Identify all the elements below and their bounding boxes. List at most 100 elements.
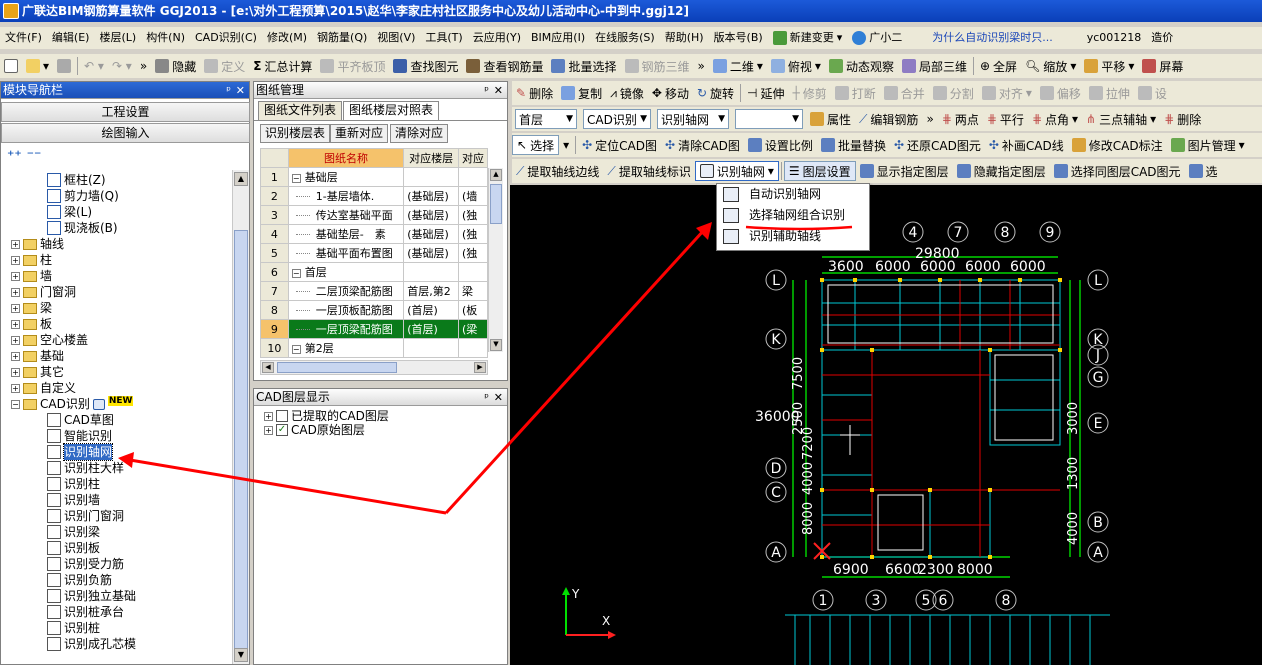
tree-item-recognize-pile[interactable]: 识别桩 <box>47 620 100 636</box>
expand-icon[interactable]: + <box>264 411 273 421</box>
select-more-button[interactable]: 选 <box>1185 160 1222 182</box>
cell-drawing-name[interactable]: 1-基层墙体. <box>287 186 405 206</box>
tree-item-recognize-neg-rebar[interactable]: 识别负筋 <box>47 572 112 588</box>
extract-axis-label-button[interactable]: ⟋ 提取轴线标识 <box>603 160 694 182</box>
project-settings-button[interactable]: 工程设置 <box>1 102 250 122</box>
two-point-button[interactable]: ⋕ 两点 <box>938 108 983 130</box>
menu-cloud[interactable]: 云应用(Y) <box>468 27 526 49</box>
table-row[interactable]: 10− 第2层 <box>260 338 488 358</box>
tree-item-recognize-door-window[interactable]: 识别门窗洞 <box>47 508 124 524</box>
sum-button[interactable]: Σ 汇总计算 <box>249 55 316 77</box>
rotate-button[interactable]: ↻ 旋转 <box>693 82 738 104</box>
hscroll-thumb[interactable] <box>277 362 397 373</box>
col-drawing-name[interactable]: 图纸名称 <box>287 148 405 168</box>
batch-select-button[interactable]: 批量选择 <box>547 55 620 77</box>
expand-icon[interactable]: + <box>11 335 20 345</box>
menu-component[interactable]: 构件(N) <box>141 27 190 49</box>
paint-cad-line-button[interactable]: ✣ 补画CAD线 <box>985 134 1068 156</box>
menu-item-select-axis-combo[interactable]: 选择轴网组合识别 <box>717 205 869 226</box>
undo-button[interactable]: ↶ ▾ <box>80 55 108 77</box>
menu-edit[interactable]: 编辑(E) <box>47 27 95 49</box>
tree-item-frame-column[interactable]: 框柱(Z) <box>47 172 106 188</box>
point-angle-button[interactable]: ⋕ 点角 ▾ <box>1028 108 1082 130</box>
expand-icon[interactable]: + <box>11 287 20 297</box>
cell-mapping[interactable] <box>458 338 488 358</box>
table-row[interactable]: 8 一层顶板配筋图 (首层) (板 <box>260 300 488 320</box>
cell-floor[interactable]: (首层) <box>403 319 459 339</box>
move-button[interactable]: ✥ 移动 <box>648 82 693 104</box>
set-button[interactable]: 设 <box>1134 82 1171 104</box>
menu-file[interactable]: 文件(F) <box>0 27 47 49</box>
tree-item-recognize-beam[interactable]: 识别梁 <box>47 524 100 540</box>
tree-item-recognize-pile-cap[interactable]: 识别桩承台 <box>47 604 124 620</box>
expand-icon[interactable]: + <box>11 271 20 281</box>
menu-item-auto-recognize-axis[interactable]: 自动识别轴网 <box>717 184 869 205</box>
expand-icon[interactable]: + <box>264 425 273 435</box>
clear-mapping-button[interactable]: 清除对应 <box>390 124 449 143</box>
locate-cad-button[interactable]: ✣ 定位CAD图 <box>578 134 661 156</box>
component-name-select[interactable]: ▼ <box>735 109 803 129</box>
recognize-floor-table-button[interactable]: 识别楼层表 <box>260 124 331 143</box>
cell-floor[interactable] <box>403 262 459 282</box>
overflow-chevron-2[interactable]: » <box>694 55 709 77</box>
col-floor[interactable]: 对应楼层 <box>403 148 459 168</box>
cell-mapping[interactable]: (梁 <box>458 319 488 339</box>
collapse-icon[interactable]: − <box>291 174 301 183</box>
close-icon[interactable]: ✕ <box>236 82 245 99</box>
tree-folder-custom[interactable]: + 自定义 <box>11 380 76 396</box>
menu-cad[interactable]: CAD识别(C) <box>190 27 262 49</box>
three-point-aux-button[interactable]: ⋔ 三点辅轴 ▾ <box>1082 108 1160 130</box>
local3d-button[interactable]: 局部三维 <box>898 55 971 77</box>
cell-floor[interactable] <box>403 167 459 187</box>
cell-mapping[interactable]: (墙 <box>458 186 488 206</box>
scroll-left-icon[interactable]: ◀ <box>262 362 274 373</box>
help-question-link[interactable]: 为什么自动识别梁时只... <box>927 27 1058 49</box>
tree-folder-foundation[interactable]: + 基础 <box>11 348 64 364</box>
batch-replace-button[interactable]: 批量替换 <box>817 134 890 156</box>
extend-button[interactable]: ⊣ 延伸 <box>743 82 788 104</box>
checkbox-unchecked-icon[interactable] <box>276 410 288 422</box>
tab-drawing-files[interactable]: 图纸文件列表 <box>258 101 343 120</box>
cell-mapping[interactable]: (独 <box>458 224 488 244</box>
copy-button[interactable]: 复制 <box>557 82 606 104</box>
remap-button[interactable]: 重新对应 <box>330 124 389 143</box>
tree-item-cad-sketch[interactable]: CAD草图 <box>47 412 114 428</box>
table-hscroll[interactable]: ◀ ▶ <box>260 360 488 375</box>
collapse-icon[interactable]: − <box>11 399 20 409</box>
table-row[interactable]: 6− 首层 <box>260 262 488 282</box>
parallel-button[interactable]: ⋕ 平行 <box>983 108 1028 130</box>
attr-button[interactable]: 属性 <box>806 108 855 130</box>
restore-cad-button[interactable]: ✣ 还原CAD图元 <box>890 134 985 156</box>
cell-mapping[interactable] <box>458 262 488 282</box>
tree-folder-column[interactable]: + 柱 <box>11 252 52 268</box>
cell-drawing-name[interactable]: 传达室基础平面 <box>287 205 405 225</box>
redo-button[interactable]: ↷ ▾ <box>108 55 136 77</box>
offset-button[interactable]: 偏移 <box>1036 82 1085 104</box>
cell-mapping[interactable]: (独 <box>458 243 488 263</box>
tree-folder-cad-recognition[interactable]: − CAD识别 NEW <box>11 396 134 412</box>
scroll-down-icon[interactable]: ▼ <box>490 339 502 351</box>
modify-cad-label-button[interactable]: 修改CAD标注 <box>1068 134 1167 156</box>
scroll-right-icon[interactable]: ▶ <box>474 362 486 373</box>
set-scale-button[interactable]: 设置比例 <box>744 134 817 156</box>
menu-floor[interactable]: 楼层(L) <box>94 27 141 49</box>
menu-help[interactable]: 帮助(H) <box>660 27 709 49</box>
flat-slab-button[interactable]: 平齐板顶 <box>316 55 389 77</box>
tree-folder-hollow-floor[interactable]: + 空心楼盖 <box>11 332 88 348</box>
scroll-up-icon[interactable]: ▲ <box>234 172 248 186</box>
tree-item-recognize-column[interactable]: 识别柱 <box>47 476 100 492</box>
tree-item-recognize-slab[interactable]: 识别板 <box>47 540 100 556</box>
view-mode-select[interactable]: 二维 ▾ <box>709 55 767 77</box>
tree-item-smart-recognize[interactable]: 智能识别 <box>47 428 112 444</box>
menu-version[interactable]: 版本号(B) <box>709 27 768 49</box>
close-icon[interactable]: ✕ <box>494 82 503 99</box>
cell-mapping[interactable]: 梁 <box>458 281 488 301</box>
table-row[interactable]: 7 二层顶梁配筋图 首层,第2 梁 <box>260 281 488 301</box>
cell-mapping[interactable]: (板 <box>458 300 488 320</box>
table-row[interactable]: 3 传达室基础平面 (基础层) (独 <box>260 205 488 225</box>
menu-more[interactable]: 造价 <box>1146 27 1178 49</box>
cell-drawing-name[interactable]: − 首层 <box>287 262 405 282</box>
assistant-button[interactable]: 广小二 <box>847 27 907 49</box>
clear-cad-button[interactable]: ✣ 清除CAD图 <box>661 134 744 156</box>
cell-drawing-name[interactable]: − 基础层 <box>287 167 405 187</box>
